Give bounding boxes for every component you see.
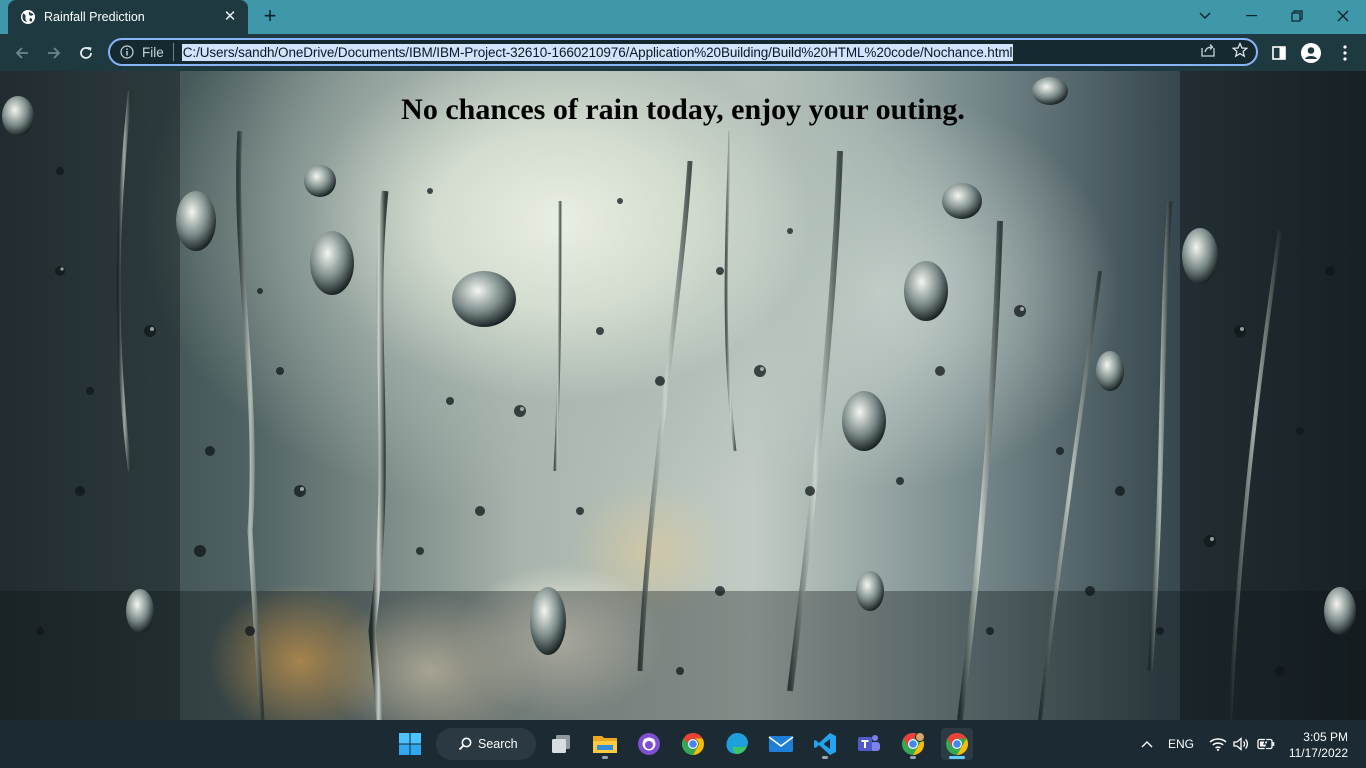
start-button[interactable] bbox=[394, 728, 426, 760]
volume-icon bbox=[1233, 737, 1249, 751]
menu-icon bbox=[1343, 45, 1347, 61]
volume-button[interactable] bbox=[1230, 728, 1252, 760]
taskbar-search[interactable]: Search bbox=[436, 728, 536, 760]
close-icon bbox=[1337, 10, 1349, 22]
back-button[interactable] bbox=[8, 39, 36, 67]
teams-button[interactable] bbox=[853, 728, 885, 760]
github-desktop-button[interactable] bbox=[633, 728, 665, 760]
restore-button[interactable] bbox=[1274, 0, 1320, 32]
tab-title: Rainfall Prediction bbox=[44, 10, 145, 24]
task-view-button[interactable] bbox=[545, 728, 577, 760]
tab-close-icon[interactable]: ✕ bbox=[222, 9, 238, 25]
chrome-button[interactable] bbox=[677, 728, 709, 760]
close-window-button[interactable] bbox=[1320, 0, 1366, 32]
running-indicator bbox=[910, 756, 916, 759]
browser-menu-button[interactable] bbox=[1334, 42, 1356, 64]
reload-button[interactable] bbox=[72, 39, 100, 67]
file-explorer-icon bbox=[593, 736, 617, 753]
share-button[interactable] bbox=[1198, 40, 1218, 60]
windows-taskbar: Search ENG 3:05 PM 11/17/2022 bbox=[0, 720, 1366, 768]
globe-icon bbox=[21, 10, 35, 24]
reload-icon bbox=[80, 47, 92, 59]
url-scheme-label: File bbox=[142, 44, 164, 60]
system-clock[interactable]: 3:05 PM 11/17/2022 bbox=[1289, 729, 1348, 761]
show-hidden-icons-button[interactable] bbox=[1136, 728, 1158, 760]
clock-time: 3:05 PM bbox=[1303, 730, 1348, 744]
forward-icon bbox=[48, 47, 61, 59]
chrome-icon bbox=[682, 733, 704, 755]
bookmark-button[interactable] bbox=[1230, 40, 1250, 60]
language-indicator[interactable]: ENG bbox=[1168, 737, 1194, 751]
profile-icon bbox=[1301, 43, 1321, 63]
mail-icon bbox=[768, 736, 794, 752]
github-desktop-icon bbox=[638, 733, 660, 755]
new-tab-button[interactable]: + bbox=[258, 5, 282, 29]
chrome-profile-icon bbox=[902, 732, 925, 755]
omnibox-divider bbox=[172, 43, 174, 61]
chevron-down-icon bbox=[1199, 12, 1211, 19]
url-text[interactable]: C:/Users/sandh/OneDrive/Documents/IBM/IB… bbox=[181, 43, 1014, 61]
side-panel-icon bbox=[1272, 46, 1286, 60]
clock-date: 11/17/2022 bbox=[1288, 746, 1348, 760]
chevron-up-icon bbox=[1141, 741, 1153, 748]
browser-titlebar: Rainfall Prediction ✕ + bbox=[0, 0, 1366, 34]
rain-background-image bbox=[0, 71, 1366, 720]
vscode-icon bbox=[814, 733, 836, 755]
mail-button[interactable] bbox=[765, 728, 797, 760]
battery-button[interactable] bbox=[1254, 728, 1278, 760]
site-info-icon[interactable] bbox=[120, 45, 134, 59]
bookmark-star-icon bbox=[1232, 42, 1248, 58]
profile-button[interactable] bbox=[1300, 42, 1322, 64]
tab-search-button[interactable] bbox=[1182, 0, 1228, 32]
file-explorer-button[interactable] bbox=[589, 728, 621, 760]
search-label: Search bbox=[478, 737, 518, 751]
edge-icon bbox=[726, 733, 748, 754]
chrome-profile-button[interactable] bbox=[897, 728, 929, 760]
teams-icon bbox=[858, 735, 880, 751]
page-viewport: No chances of rain today, enjoy your out… bbox=[0, 71, 1366, 720]
side-panel-button[interactable] bbox=[1268, 42, 1290, 64]
vscode-button[interactable] bbox=[809, 728, 841, 760]
battery-icon bbox=[1257, 738, 1275, 750]
restore-icon bbox=[1291, 10, 1303, 22]
running-indicator bbox=[602, 756, 608, 759]
forward-button[interactable] bbox=[40, 39, 68, 67]
minimize-icon bbox=[1245, 15, 1257, 17]
back-icon bbox=[15, 47, 28, 59]
browser-tab[interactable]: Rainfall Prediction ✕ bbox=[8, 0, 248, 34]
running-indicator bbox=[822, 756, 828, 759]
address-bar[interactable]: File C:/Users/sandh/OneDrive/Documents/I… bbox=[108, 38, 1258, 66]
browser-toolbar: File C:/Users/sandh/OneDrive/Documents/I… bbox=[0, 34, 1366, 71]
chrome-active-button[interactable] bbox=[941, 728, 973, 760]
search-icon bbox=[458, 737, 472, 751]
page-heading: No chances of rain today, enjoy your out… bbox=[401, 93, 965, 126]
network-button[interactable] bbox=[1206, 728, 1230, 760]
active-indicator bbox=[949, 756, 965, 759]
task-view-icon bbox=[552, 735, 570, 753]
chrome-active-icon bbox=[946, 733, 968, 755]
windows-start-icon bbox=[399, 733, 421, 755]
minimize-button[interactable] bbox=[1228, 0, 1274, 32]
wifi-icon bbox=[1209, 738, 1227, 751]
edge-button[interactable] bbox=[721, 728, 753, 760]
share-icon bbox=[1201, 44, 1215, 57]
